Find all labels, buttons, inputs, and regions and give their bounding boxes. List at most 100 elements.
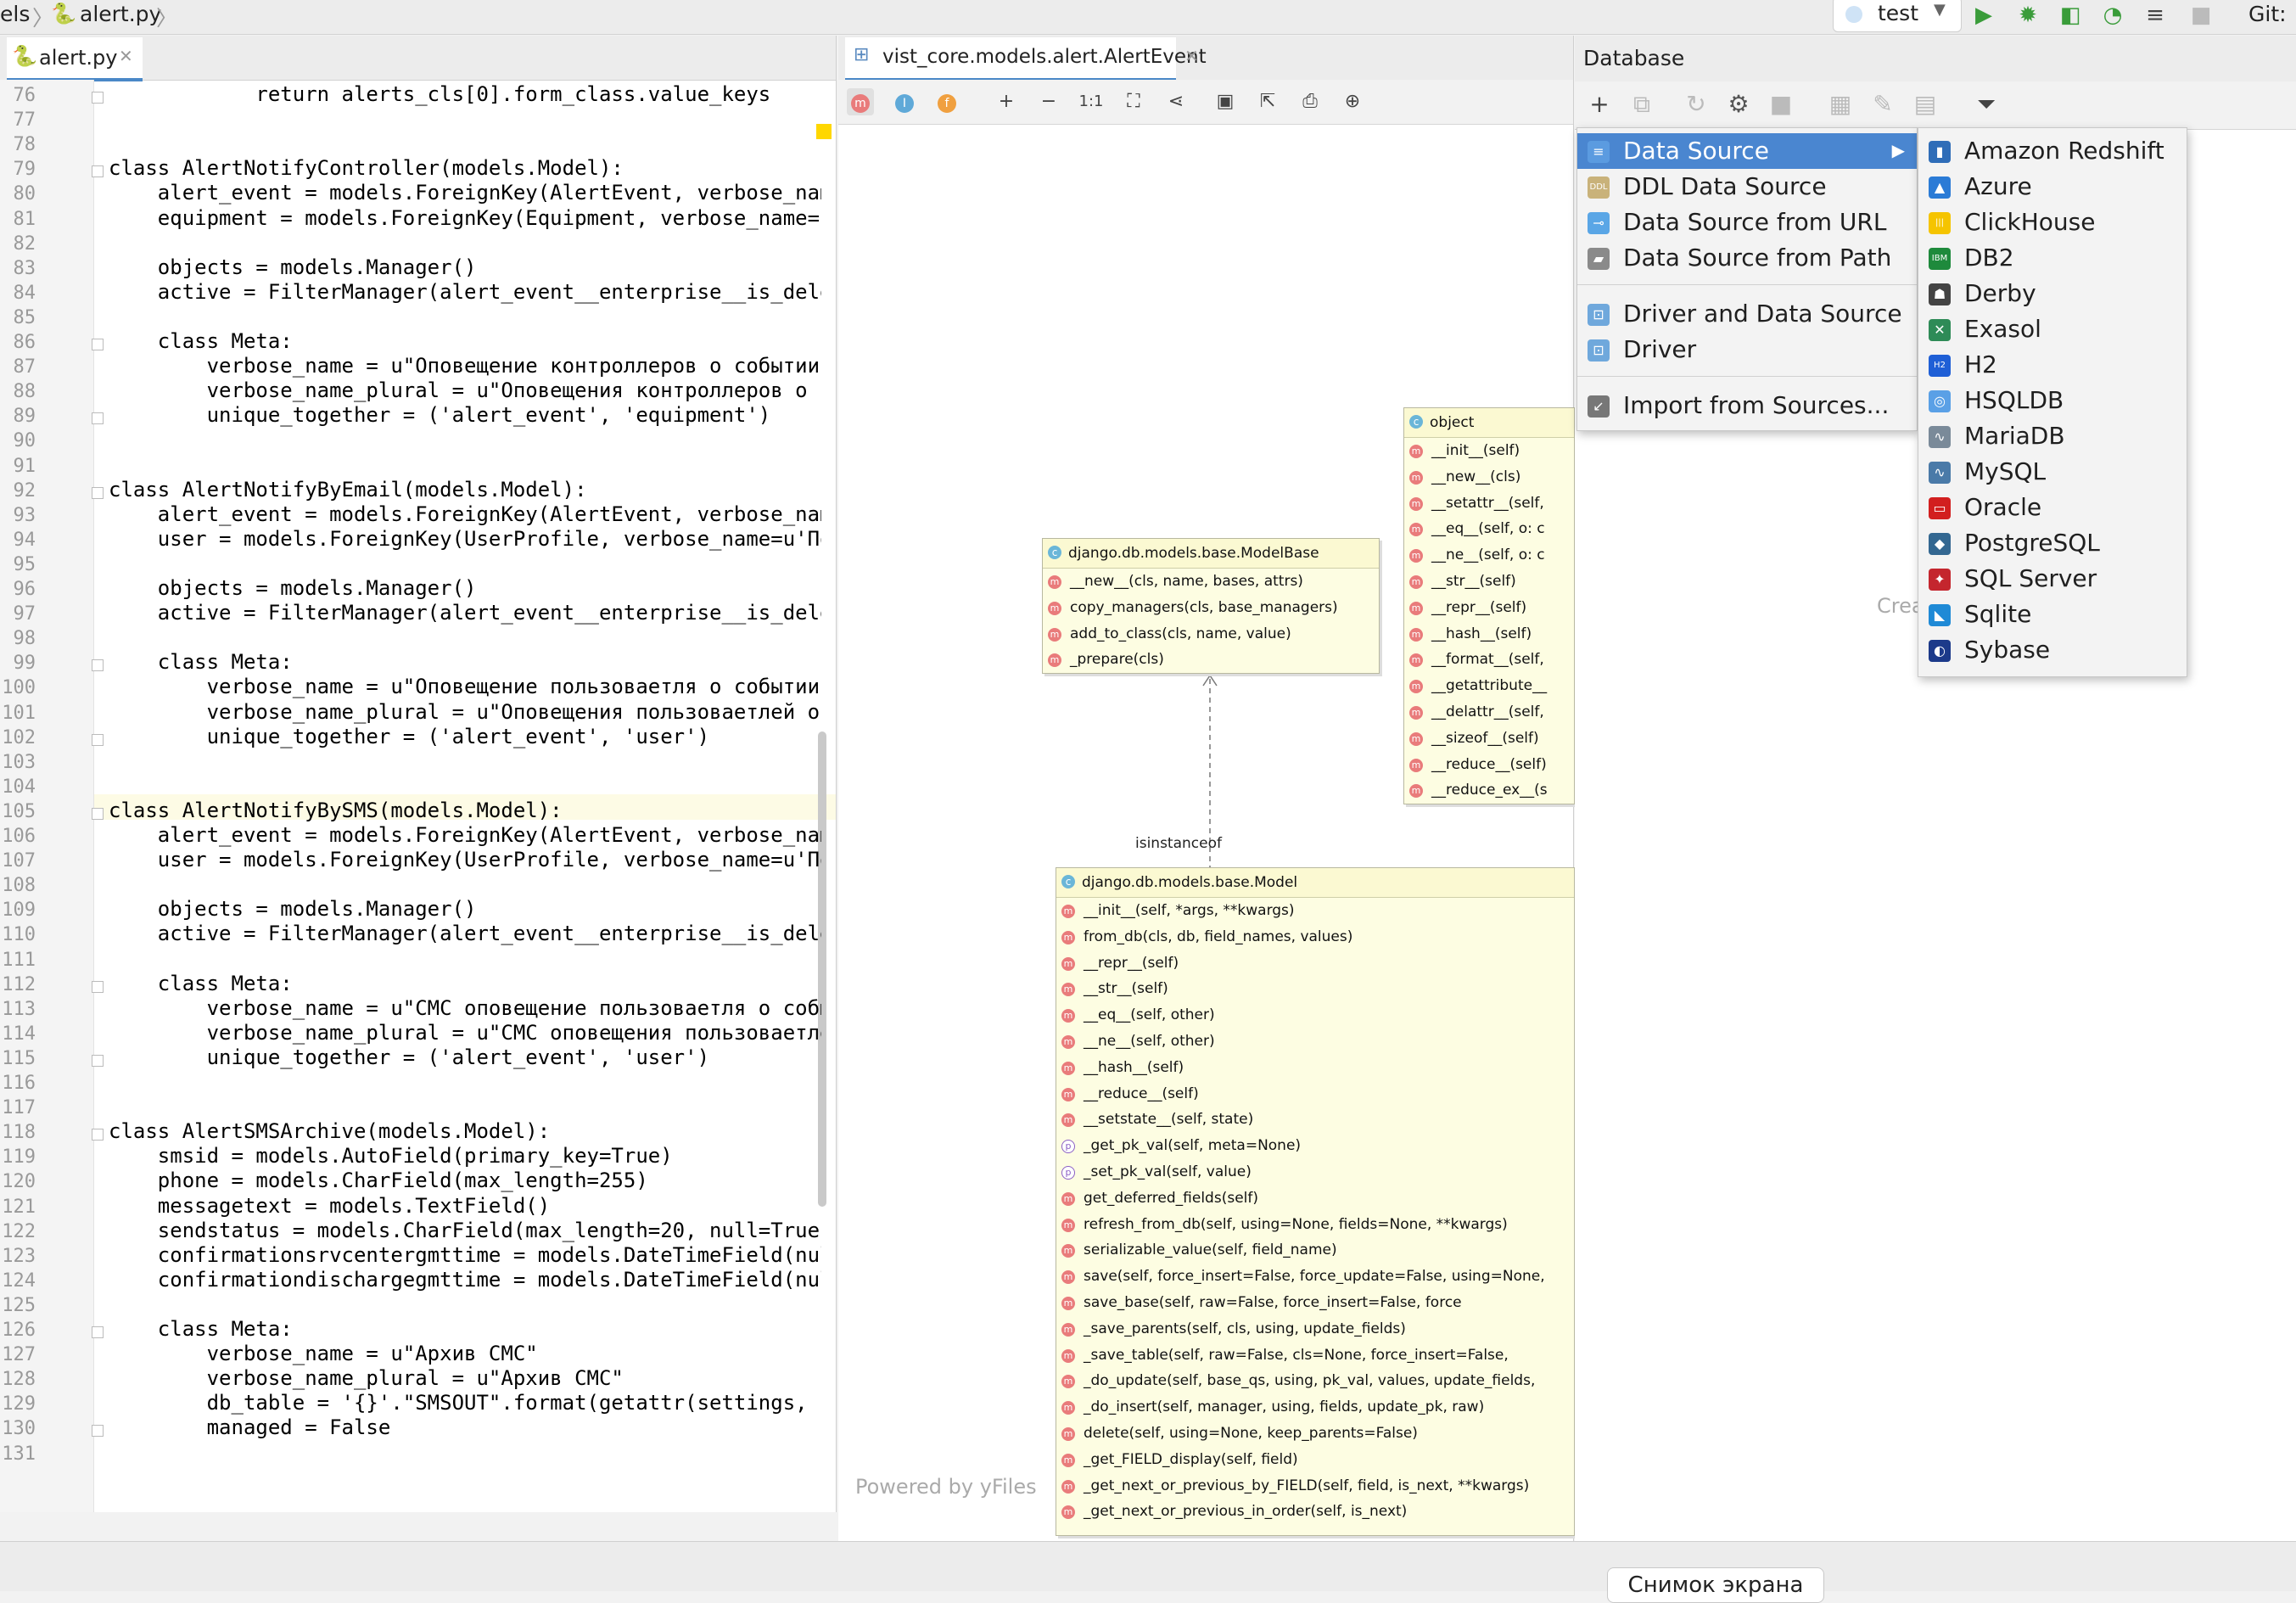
code-line[interactable]: alert_event = models.ForeignKey(AlertEve… <box>109 822 821 848</box>
code-line[interactable]: managed = False <box>109 1415 821 1440</box>
source-item-exasol[interactable]: ✕ Exasol <box>1918 311 2187 347</box>
source-item-mysql[interactable]: ∿ MySQL <box>1918 454 2187 490</box>
stop-icon[interactable]: ■ <box>2187 2 2215 29</box>
uml-method-row[interactable]: m __str__(self) <box>1056 976 1574 1002</box>
source-item-db2[interactable]: IBM DB2 <box>1918 240 2187 276</box>
uml-method-row[interactable]: p _set_pk_val(self, value) <box>1056 1159 1574 1185</box>
profile-icon[interactable]: ◔ <box>2099 2 2126 29</box>
uml-method-row[interactable]: m _get_FIELD_display(self, field) <box>1056 1447 1574 1473</box>
code-line[interactable]: confirmationsrvcentergmttime = models.Da… <box>109 1242 821 1268</box>
code-line[interactable]: unique_together = ('alert_event', 'user'… <box>109 1045 821 1070</box>
add-icon[interactable]: + <box>1585 90 1614 119</box>
code-line[interactable] <box>109 773 821 799</box>
fold-marker-icon[interactable] <box>92 1425 104 1438</box>
uml-method-row[interactable]: m __ne__(self, other) <box>1056 1028 1574 1055</box>
code-line[interactable]: return alerts_cls[0].form_class.value_ke… <box>109 81 821 107</box>
concurrency-icon[interactable]: ≡ <box>2142 2 2169 29</box>
run-config-selector[interactable]: test ▼ <box>1833 0 1962 32</box>
code-line[interactable] <box>109 551 821 576</box>
uml-method-row[interactable]: p _get_pk_val(self, meta=None) <box>1056 1133 1574 1159</box>
code-line[interactable] <box>109 1069 821 1095</box>
code-line[interactable]: active = FilterManager(alert_event__ente… <box>109 921 821 946</box>
source-item-derby[interactable]: ☗ Derby <box>1918 276 2187 311</box>
code-line[interactable]: alert_event = models.ForeignKey(AlertEve… <box>109 180 821 205</box>
menu-item-driver[interactable]: ⊡ Driver <box>1577 332 1917 367</box>
uml-method-row[interactable]: m __eq__(self, o: c <box>1404 516 1574 542</box>
code-line[interactable]: class Meta: <box>109 649 821 675</box>
uml-method-row[interactable]: m __reduce__(self) <box>1404 752 1574 778</box>
schema-icon[interactable]: ⚙ <box>1724 90 1753 119</box>
source-item-mariadb[interactable]: ∿ MariaDB <box>1918 418 2187 454</box>
code-line[interactable]: verbose_name = u"Архив СМС" <box>109 1341 821 1366</box>
uml-method-row[interactable]: m copy_managers(cls, base_managers) <box>1043 595 1379 621</box>
source-item-azure[interactable]: ▲ Azure <box>1918 169 2187 205</box>
code-line[interactable] <box>109 946 821 972</box>
uml-method-row[interactable]: m _save_table(self, raw=False, cls=None, … <box>1056 1342 1574 1369</box>
uml-method-row[interactable]: m __format__(self, <box>1404 647 1574 673</box>
source-item-sql-server[interactable]: ✦ SQL Server <box>1918 561 2187 597</box>
uml-method-row[interactable]: m add_to_class(cls, name, value) <box>1043 621 1379 647</box>
fold-marker-icon[interactable] <box>92 807 104 820</box>
uml-method-row[interactable]: m _get_next_or_previous_by_FIELD(self, fi… <box>1056 1473 1574 1499</box>
refresh-icon[interactable]: ↻ <box>1682 90 1711 119</box>
code-line[interactable] <box>109 1292 821 1317</box>
code-line[interactable]: class AlertNotifyController(models.Model… <box>109 155 821 181</box>
uml-method-row[interactable]: m __setattr__(self, <box>1404 490 1574 517</box>
uml-method-row[interactable]: m _get_next_or_previous_in_order(self, is… <box>1056 1499 1574 1525</box>
code-line[interactable]: objects = models.Manager() <box>109 896 821 922</box>
fold-marker-icon[interactable] <box>92 412 104 425</box>
uml-method-row[interactable]: m __setstate__(self, state) <box>1056 1107 1574 1133</box>
code-line[interactable]: objects = models.Manager() <box>109 575 821 601</box>
run-icon[interactable]: ▶ <box>1970 2 1997 29</box>
table-icon[interactable]: ▦ <box>1826 90 1855 119</box>
tab-alert-py[interactable]: 🐍 alert.py ✕ <box>7 37 143 81</box>
code-line[interactable] <box>109 106 821 132</box>
uml-method-row[interactable]: m _do_update(self, base_qs, using, pk_val… <box>1056 1368 1574 1394</box>
menu-item-data-source-from-path[interactable]: ▰ Data Source from Path <box>1577 240 1917 276</box>
screenshot-button[interactable]: Снимок экрана <box>1607 1567 1824 1603</box>
source-item-postgresql[interactable]: ◆ PostgreSQL <box>1918 525 2187 561</box>
code-line[interactable]: user = models.ForeignKey(UserProfile, ve… <box>109 847 821 872</box>
code-line[interactable]: db_table = '{}'."SMSOUT".format(getattr(… <box>109 1390 821 1415</box>
uml-method-row[interactable]: m _prepare(cls) <box>1043 647 1379 673</box>
fold-marker-icon[interactable] <box>92 980 104 993</box>
source-item-hsqldb[interactable]: ◎ HSQLDB <box>1918 383 2187 418</box>
code-line[interactable] <box>109 1094 821 1119</box>
fold-marker-icon[interactable] <box>92 92 104 104</box>
code-line[interactable]: active = FilterManager(alert_event__ente… <box>109 279 821 305</box>
code-line[interactable]: class AlertNotifyByEmail(models.Model): <box>109 477 821 502</box>
source-item-amazon-redshift[interactable]: ▮ Amazon Redshift <box>1918 133 2187 169</box>
code-line[interactable] <box>109 427 821 452</box>
fold-marker-icon[interactable] <box>92 1326 104 1338</box>
uml-class-modelbase[interactable]: c django.db.models.base.ModelBase m __new_… <box>1042 538 1380 675</box>
uml-method-row[interactable]: m __reduce__(self) <box>1056 1081 1574 1107</box>
stop-icon[interactable]: ■ <box>1767 90 1795 119</box>
code-line[interactable]: phone = models.CharField(max_length=255) <box>109 1168 821 1193</box>
fold-marker-icon[interactable] <box>92 339 104 350</box>
uml-method-row[interactable]: m __new__(cls, name, bases, attrs) <box>1043 569 1379 595</box>
code-line[interactable] <box>109 131 821 156</box>
code-line[interactable]: alert_event = models.ForeignKey(AlertEve… <box>109 502 821 527</box>
copy-icon[interactable]: ⧉ <box>1627 90 1656 119</box>
source-item-sybase[interactable]: ◐ Sybase <box>1918 632 2187 668</box>
fold-marker-icon[interactable] <box>92 659 104 672</box>
code-line[interactable]: verbose_name_plural = u"СМС оповещения п… <box>109 1020 821 1045</box>
code-line[interactable]: messagetext = models.TextField() <box>109 1193 821 1219</box>
fold-marker-icon[interactable] <box>92 1129 104 1141</box>
uml-method-row[interactable]: m _save_parents(self, cls, using, update_… <box>1056 1316 1574 1342</box>
uml-method-row[interactable]: m __str__(self) <box>1404 569 1574 595</box>
debug-icon[interactable]: ✹ <box>2014 2 2041 29</box>
code-line[interactable]: sendstatus = models.CharField(max_length… <box>109 1218 821 1243</box>
code-line[interactable]: objects = models.Manager() <box>109 255 821 280</box>
breadcrumb-file[interactable]: alert.py <box>80 2 161 26</box>
code-line[interactable]: class Meta: <box>109 971 821 996</box>
uml-method-row[interactable]: m __init__(self, *args, **kwargs) <box>1056 898 1574 924</box>
code-line[interactable]: smsid = models.AutoField(primary_key=Tru… <box>109 1143 821 1169</box>
fold-marker-icon[interactable] <box>92 165 104 178</box>
uml-class-object[interactable]: c object m __init__(self) m __new__(cls) m __s… <box>1403 407 1575 805</box>
uml-method-row[interactable]: m from_db(cls, db, field_names, values) <box>1056 924 1574 950</box>
code-line[interactable]: class AlertSMSArchive(models.Model): <box>109 1118 821 1144</box>
uml-method-row[interactable]: m _do_insert(self, manager, using, fields… <box>1056 1394 1574 1421</box>
code-line[interactable]: class Meta: <box>109 1316 821 1342</box>
coverage-icon[interactable]: ◧ <box>2057 2 2084 29</box>
